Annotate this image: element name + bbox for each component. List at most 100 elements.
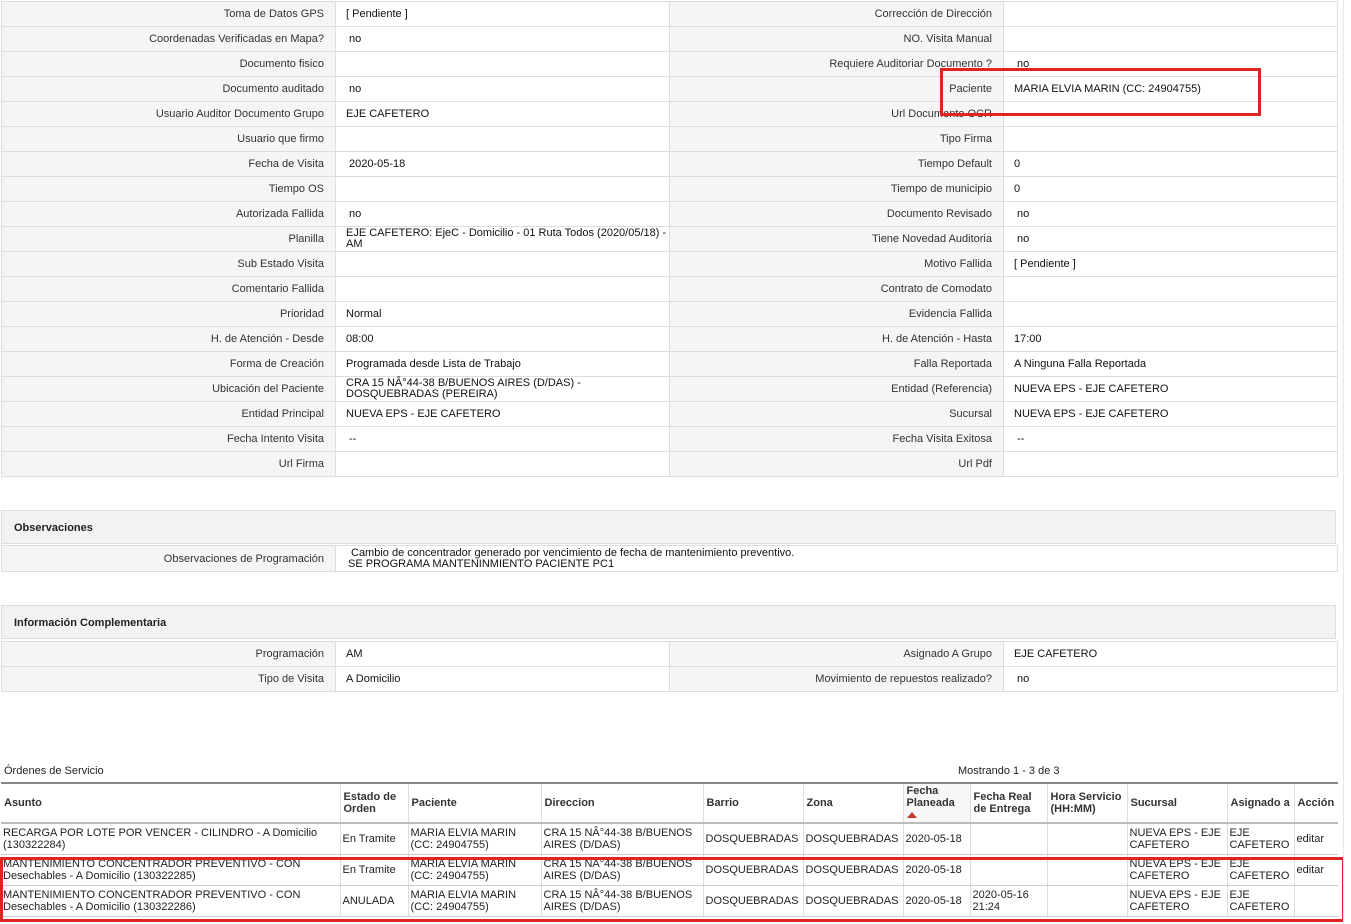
detail-row: Usuario Auditor Documento Grupo EJE CAFET… xyxy=(1,101,1338,127)
col-direccion[interactable]: Direccion xyxy=(540,782,703,824)
detail-value xyxy=(335,451,670,477)
detail-label: Paciente xyxy=(669,76,1004,102)
order-cell-direccion: CRA 15 NÂ°44-38 B/BUENOS AIRES (D/DAS) xyxy=(540,854,703,886)
detail-value: no xyxy=(1003,51,1338,77)
order-cell-barrio: DOSQUEBRADAS xyxy=(702,854,803,886)
detail-label: Requiere Auditoriar Documento ? xyxy=(669,51,1004,77)
col-asignado[interactable]: Asignado a xyxy=(1226,782,1294,824)
complementaria-row: Programación AM Asignado A Grupo EJE CAFETE… xyxy=(1,641,1338,667)
detail-value: -- xyxy=(335,426,670,452)
detail-value xyxy=(335,176,670,202)
detail-row: Documento fisico Requiere Auditoriar Docu… xyxy=(1,51,1338,77)
detail-label: H. de Atención - Hasta xyxy=(669,326,1004,352)
detail-label: Usuario que firmo xyxy=(1,126,336,152)
detail-value xyxy=(1003,26,1338,52)
order-row: RECARGA POR LOTE POR VENCER - CILINDRO -… xyxy=(1,823,1338,855)
observaciones-label: Observaciones de Programación xyxy=(1,545,336,572)
col-hora[interactable]: Hora Servicio (HH:MM) xyxy=(1046,782,1127,824)
order-cell-barrio: DOSQUEBRADAS xyxy=(702,823,803,855)
detail-row: Url Firma Url Pdf xyxy=(1,451,1338,477)
order-cell-fecha-planeada: 2020-05-18 xyxy=(902,885,970,917)
orders-count: Mostrando 1 - 3 de 3 xyxy=(958,765,1060,777)
detail-label: Url Firma xyxy=(1,451,336,477)
detail-value: NUEVA EPS - EJE CAFETERO xyxy=(1003,401,1338,427)
complementaria-row: Tipo de Visita A Domicilio Movimiento de r… xyxy=(1,666,1338,692)
edit-order-link[interactable]: editar xyxy=(1297,833,1325,845)
detail-row: Usuario que firmo Tipo Firma xyxy=(1,126,1338,152)
orders-body: RECARGA POR LOTE POR VENCER - CILINDRO -… xyxy=(1,823,1338,917)
detail-value xyxy=(335,126,670,152)
order-cell-hora xyxy=(1046,885,1127,917)
observaciones-value: Cambio de concentrador generado por venc… xyxy=(335,545,1338,572)
detail-label: Documento fisico xyxy=(1,51,336,77)
detail-label: Fecha Visita Exitosa xyxy=(669,426,1004,452)
scrollbar-track[interactable] xyxy=(1343,0,1351,924)
detail-label: Coordenadas Verificadas en Mapa? xyxy=(1,26,336,52)
detail-label: H. de Atención - Desde xyxy=(1,326,336,352)
detail-value: A Ninguna Falla Reportada xyxy=(1003,351,1338,377)
detail-label: Documento Revisado xyxy=(669,201,1004,227)
detail-label: Entidad Principal xyxy=(1,401,336,427)
observaciones-line-2: SE PROGRAMA MANTENINMIENTO PACIENTE PC1 xyxy=(348,557,615,570)
detail-row: Ubicación del Paciente CRA 15 NÂ°44-38 B/… xyxy=(1,376,1338,402)
order-cell-asunto: MANTENIMIENTO CONCENTRADOR PREVENTIVO - … xyxy=(1,854,340,886)
detail-value: CRA 15 NÂ°44-38 B/BUENOS AIRES (D/DAS) -… xyxy=(335,376,670,402)
col-zona[interactable]: Zona xyxy=(802,782,903,824)
edit-order-link[interactable]: editar xyxy=(1297,864,1325,876)
observaciones-header: Observaciones xyxy=(1,510,1336,544)
order-cell-barrio: DOSQUEBRADAS xyxy=(702,885,803,917)
detail-row: Sub Estado Visita Motivo Fallida[ Pendien… xyxy=(1,251,1338,277)
order-cell-accion: editar xyxy=(1293,823,1338,855)
detail-value: no xyxy=(335,76,670,102)
detail-label: Tiene Novedad Auditoria xyxy=(669,226,1004,252)
orders-title: Órdenes de Servicio xyxy=(4,765,104,777)
col-fecha-planeada[interactable]: Fecha Planeada xyxy=(902,782,970,824)
detail-value: [ Pendiente ] xyxy=(1003,251,1338,277)
col-sucursal[interactable]: Sucursal xyxy=(1126,782,1227,824)
detail-value: 17:00 xyxy=(1003,326,1338,352)
detail-value xyxy=(1003,126,1338,152)
order-cell-paciente: MARIA ELVIA MARIN (CC: 24904755) xyxy=(407,885,541,917)
detail-row: Tiempo OS Tiempo de municipio 0 xyxy=(1,176,1338,202)
col-estado[interactable]: Estado de Orden xyxy=(339,782,408,824)
detail-label: Ubicación del Paciente xyxy=(1,376,336,402)
order-cell-asunto: RECARGA POR LOTE POR VENCER - CILINDRO -… xyxy=(1,823,340,855)
order-cell-paciente: MARIA ELVIA MARIN (CC: 24904755) xyxy=(407,823,541,855)
order-cell-zona: DOSQUEBRADAS xyxy=(802,823,903,855)
complementaria-value: AM xyxy=(335,641,670,667)
sort-ascending-icon xyxy=(906,812,917,818)
detail-value: no xyxy=(335,26,670,52)
col-asunto[interactable]: Asunto xyxy=(1,782,340,824)
detail-row: Entidad Principal NUEVA EPS - EJE CAFETER… xyxy=(1,401,1338,427)
complementaria-value: A Domicilio xyxy=(335,666,670,692)
detail-value xyxy=(1003,301,1338,327)
order-cell-accion xyxy=(1293,885,1338,917)
order-cell-direccion: CRA 15 NÂ°44-38 B/BUENOS AIRES (D/DAS) xyxy=(540,823,703,855)
detail-value: [ Pendiente ] xyxy=(335,1,670,27)
detail-value: 2020-05-18 xyxy=(335,151,670,177)
col-paciente[interactable]: Paciente xyxy=(407,782,541,824)
col-barrio[interactable]: Barrio xyxy=(702,782,803,824)
detail-value: EJE CAFETERO: EjeC - Domicilio - 01 Ruta… xyxy=(335,226,670,252)
detail-label: Entidad (Referencia) xyxy=(669,376,1004,402)
col-fecha-real[interactable]: Fecha Real de Entrega xyxy=(969,782,1047,824)
order-cell-paciente: MARIA ELVIA MARIN (CC: 24904755) xyxy=(407,854,541,886)
order-row: MANTENIMIENTO CONCENTRADOR PREVENTIVO - … xyxy=(1,885,1338,917)
detail-label: Autorizada Fallida xyxy=(1,201,336,227)
complementaria-label: Movimiento de repuestos realizado? xyxy=(669,666,1004,692)
detail-row: Fecha de Visita 2020-05-18 Tiempo Default 0 xyxy=(1,151,1338,177)
detail-value xyxy=(1003,1,1338,27)
visit-details-table: Toma de Datos GPS[ Pendiente ] Corrección… xyxy=(1,1,1338,477)
detail-row: Coordenadas Verificadas en Mapa? no NO. Vi… xyxy=(1,26,1338,52)
order-cell-sucursal: NUEVA EPS - EJE CAFETERO xyxy=(1126,885,1227,917)
detail-value: no xyxy=(1003,226,1338,252)
detail-label: Planilla xyxy=(1,226,336,252)
detail-row: Fecha Intento Visita -- Fecha Visita Exito… xyxy=(1,426,1338,452)
detail-value: NUEVA EPS - EJE CAFETERO xyxy=(335,401,670,427)
complementaria-label: Asignado A Grupo xyxy=(669,641,1004,667)
detail-value: -- xyxy=(1003,426,1338,452)
order-cell-estado: En Tramite xyxy=(339,854,408,886)
detail-row: H. de Atención - Desde 08:00 H. de Atenció… xyxy=(1,326,1338,352)
order-cell-fecha-real: 2020-05-16 21:24 xyxy=(969,885,1047,917)
order-cell-asunto: MANTENIMIENTO CONCENTRADOR PREVENTIVO - … xyxy=(1,885,340,917)
